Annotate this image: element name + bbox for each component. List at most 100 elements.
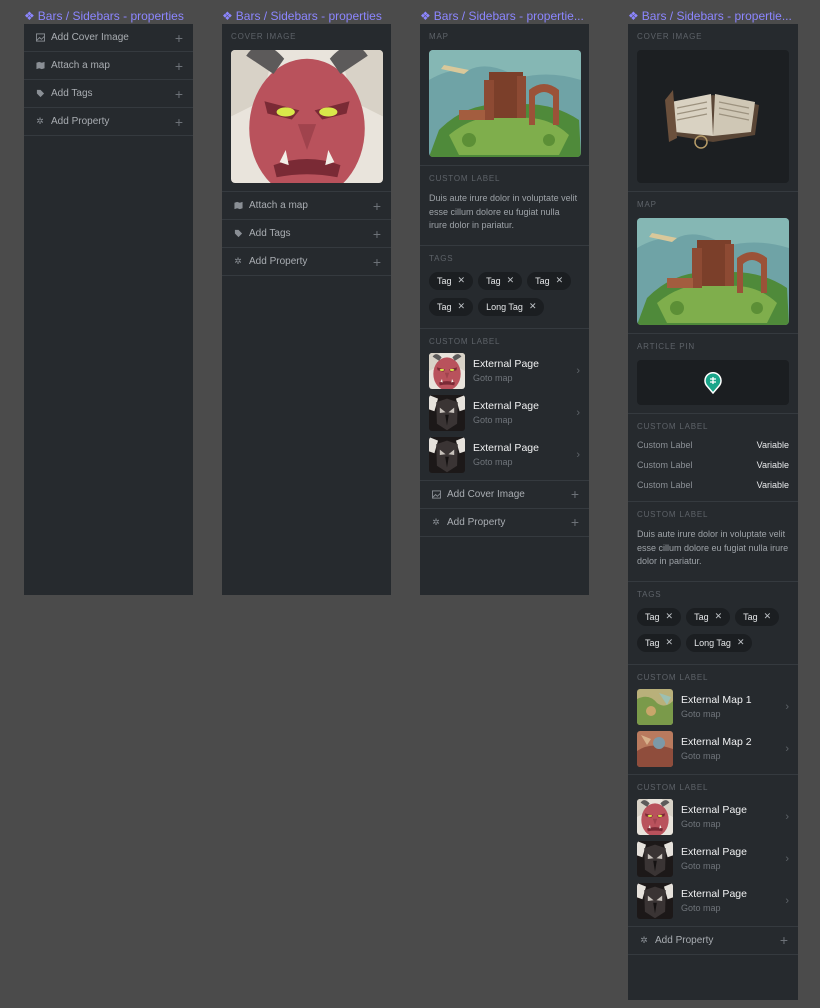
component-icon: ❖ xyxy=(222,9,233,23)
chevron-right-icon: › xyxy=(576,406,580,419)
tag-chip[interactable]: Tag ✕ xyxy=(637,607,682,626)
close-icon[interactable]: ✕ xyxy=(666,637,674,648)
plus-icon: + xyxy=(372,253,381,270)
custom-label-section: CUSTOM LABEL Duis aute irure dolor in vo… xyxy=(420,166,589,246)
chevron-right-icon: › xyxy=(785,810,789,823)
gear-icon: ✲ xyxy=(36,116,44,126)
description-text: Duis aute irure dolor in voluptate velit… xyxy=(429,193,578,230)
section-title: CUSTOM LABEL xyxy=(637,510,709,519)
plus-icon: + xyxy=(372,225,381,242)
link-thumbnail xyxy=(637,799,673,835)
map-pin-icon xyxy=(704,371,722,394)
map-image[interactable] xyxy=(429,50,581,157)
close-icon[interactable]: ✕ xyxy=(764,611,772,622)
sidebar-panel-3: MAP CUSTOM LABEL Duis aute irure dolor i… xyxy=(420,24,589,595)
close-icon[interactable]: ✕ xyxy=(458,275,466,286)
plus-icon: + xyxy=(174,113,183,130)
section-title: CUSTOM LABEL xyxy=(429,336,501,346)
close-icon[interactable]: ✕ xyxy=(458,301,466,312)
plus-icon: + xyxy=(372,197,381,214)
tag-chip[interactable]: Tag ✕ xyxy=(429,271,474,290)
close-icon[interactable]: ✕ xyxy=(556,275,564,286)
map-section: MAP xyxy=(420,24,589,166)
image-icon xyxy=(431,489,441,499)
tag-chip[interactable]: Tag ✕ xyxy=(429,297,474,316)
external-map-item[interactable]: External Map 2 Goto map › xyxy=(637,728,789,770)
plus-icon: + xyxy=(779,932,788,948)
tag-chip[interactable]: Tag ✕ xyxy=(637,633,682,652)
cover-image-section: COVER IMAGE xyxy=(628,24,798,192)
gear-icon: ✲ xyxy=(234,256,242,266)
plus-icon: + xyxy=(174,57,183,74)
map-image[interactable] xyxy=(637,218,789,325)
close-icon[interactable]: ✕ xyxy=(529,301,537,312)
close-icon[interactable]: ✕ xyxy=(507,275,515,286)
chevron-right-icon: › xyxy=(576,364,580,377)
add-property-row[interactable]: ✲ Add Property + xyxy=(222,248,391,276)
section-title: MAP xyxy=(637,200,657,209)
map-section: MAP xyxy=(628,192,798,334)
chevron-right-icon: › xyxy=(785,852,789,865)
chevron-right-icon: › xyxy=(785,894,789,907)
component-icon: ❖ xyxy=(420,9,431,23)
tag-chip[interactable]: Long Tag ✕ xyxy=(686,633,753,652)
add-cover-image-row[interactable]: Add Cover Image + xyxy=(24,24,193,52)
section-title: MAP xyxy=(429,32,449,41)
frame-title[interactable]: ❖ Bars / Sidebars - propertie... xyxy=(420,9,588,23)
frame-title[interactable]: ❖ Bars / Sidebars - properties xyxy=(24,9,192,23)
gear-icon: ✲ xyxy=(432,516,440,527)
add-property-row[interactable]: ✲ Add Property + xyxy=(420,509,589,537)
property-row: Custom Label Variable xyxy=(637,440,789,450)
tag-chip[interactable]: Tag ✕ xyxy=(527,271,572,290)
close-icon[interactable]: ✕ xyxy=(737,637,745,648)
map-icon xyxy=(35,61,45,71)
cover-image[interactable] xyxy=(637,50,789,183)
property-row: Custom Label Variable xyxy=(637,460,789,470)
external-map-item[interactable]: External Map 1 Goto map › xyxy=(637,686,789,728)
chevron-right-icon: › xyxy=(785,700,789,713)
external-link-item[interactable]: External Page Goto map › xyxy=(637,880,789,922)
add-tags-row[interactable]: Add Tags + xyxy=(24,80,193,108)
external-link-item[interactable]: External Page Goto map › xyxy=(429,350,580,392)
section-title: CUSTOM LABEL xyxy=(637,672,709,682)
map-thumbnail xyxy=(637,731,673,767)
add-property-row[interactable]: ✲ Add Property + xyxy=(24,108,193,136)
add-cover-image-row[interactable]: Add Cover Image + xyxy=(420,481,589,509)
link-thumbnail xyxy=(429,353,465,389)
article-pin-box[interactable] xyxy=(637,360,789,405)
close-icon[interactable]: ✕ xyxy=(715,611,723,622)
attach-map-row[interactable]: Attach a map + xyxy=(24,52,193,80)
external-link-item[interactable]: External Page Goto map › xyxy=(429,434,580,476)
component-icon: ❖ xyxy=(628,9,639,23)
tag-list: Tag ✕ Tag ✕ Tag ✕ Tag ✕ Long Tag ✕ xyxy=(637,607,789,652)
external-link-item[interactable]: External Page Goto map › xyxy=(637,838,789,880)
frame-title[interactable]: ❖ Bars / Sidebars - properties xyxy=(222,9,390,23)
image-icon xyxy=(35,33,45,43)
close-icon[interactable]: ✕ xyxy=(666,611,674,622)
external-link-item[interactable]: External Page Goto map › xyxy=(429,392,580,434)
frame-title[interactable]: ❖ Bars / Sidebars - propertie... xyxy=(628,9,796,23)
links-section: CUSTOM LABEL External Page Goto map › Ext… xyxy=(420,329,589,481)
link-thumbnail xyxy=(637,841,673,877)
section-title: COVER IMAGE xyxy=(637,32,703,41)
sidebar-panel-1: Add Cover Image + Attach a map + Add Tag… xyxy=(24,24,193,595)
add-property-row[interactable]: ✲ Add Property + xyxy=(628,927,798,955)
tag-icon xyxy=(35,89,45,99)
tag-icon xyxy=(233,229,243,239)
key-value-section: CUSTOM LABEL Custom Label Variable Custom… xyxy=(628,414,798,502)
tag-chip[interactable]: Long Tag ✕ xyxy=(478,297,545,316)
external-link-item[interactable]: External Page Goto map › xyxy=(637,796,789,838)
add-tags-row[interactable]: Add Tags + xyxy=(222,220,391,248)
cover-image[interactable] xyxy=(231,50,383,183)
links-section: CUSTOM LABEL External Page Goto map › Ext… xyxy=(628,775,798,927)
section-title: TAGS xyxy=(637,589,662,599)
plus-icon: + xyxy=(174,29,183,46)
sidebar-panel-4: COVER IMAGE MAP ARTICLE PIN CUSTOM LABEL… xyxy=(628,24,798,1000)
tag-chip[interactable]: Tag ✕ xyxy=(686,607,731,626)
attach-map-row[interactable]: Attach a map + xyxy=(222,192,391,220)
link-thumbnail xyxy=(429,395,465,431)
custom-label-section: CUSTOM LABEL Duis aute irure dolor in vo… xyxy=(628,502,798,582)
tag-chip[interactable]: Tag ✕ xyxy=(735,607,780,626)
tag-chip[interactable]: Tag ✕ xyxy=(478,271,523,290)
maps-section: CUSTOM LABEL External Map 1 Goto map › Ex… xyxy=(628,665,798,775)
